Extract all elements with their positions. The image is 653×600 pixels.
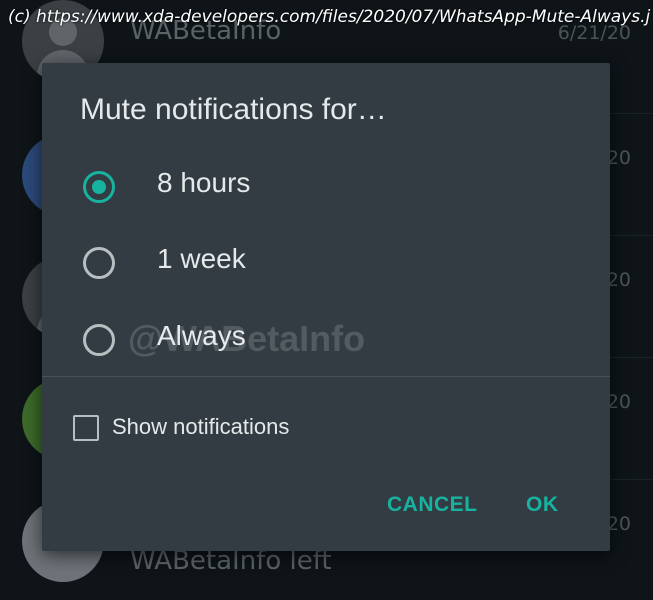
cancel-button[interactable]: CANCEL <box>381 483 484 527</box>
option-label: 8 hours <box>157 167 251 198</box>
dialog-divider <box>42 376 610 377</box>
ok-button[interactable]: OK <box>520 483 565 527</box>
checkbox-unchecked-icon[interactable] <box>73 415 99 441</box>
show-notifications-label: Show notifications <box>112 414 290 439</box>
chat-date: 20 <box>606 147 631 169</box>
radio-unchecked-icon[interactable] <box>83 247 115 279</box>
chat-date: 20 <box>606 269 631 291</box>
option-always[interactable]: Always <box>42 306 610 372</box>
source-url-banner: (c) https://www.xda-developers.com/files… <box>8 7 651 27</box>
show-notifications-row[interactable]: Show notifications <box>42 403 610 453</box>
option-1-week[interactable]: 1 week <box>42 229 610 295</box>
option-8-hours[interactable]: 8 hours <box>42 153 610 219</box>
dialog-title: Mute notifications for… <box>80 93 387 126</box>
radio-checked-icon[interactable] <box>83 171 115 203</box>
chat-date: 20 <box>606 391 631 413</box>
radio-unchecked-icon[interactable] <box>83 324 115 356</box>
option-label: Always <box>157 320 246 351</box>
chat-date: 20 <box>606 513 631 535</box>
whatsapp-screen: (c) https://www.xda-developers.com/files… <box>0 0 653 600</box>
option-label: 1 week <box>157 243 246 274</box>
mute-notifications-dialog: Mute notifications for… 8 hours 1 week A… <box>42 63 610 551</box>
